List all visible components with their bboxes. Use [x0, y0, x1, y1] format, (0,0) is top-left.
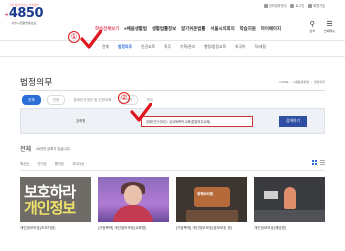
subnav-item-admin-law[interactable]: 행정/법정교육 — [204, 45, 226, 50]
main-nav-item[interactable]: 서울시의회의 — [210, 26, 234, 32]
thumbnail-figure — [284, 187, 296, 209]
signup-icon — [308, 3, 313, 8]
header-divider — [0, 40, 345, 41]
subnav-item-finance[interactable]: 직/재정 — [255, 45, 267, 50]
search-toggle[interactable]: ⚲ 검색 — [309, 21, 315, 33]
utility-government[interactable]: 전자정부안내 — [263, 3, 287, 8]
presenter-face — [124, 185, 142, 205]
utility-bar: 전자정부안내 로그인 회원가입 — [263, 3, 325, 8]
course-thumbnail[interactable]: 정책브리핑 — [176, 177, 247, 222]
thumbnail-plate-text: 정책브리핑 — [197, 192, 214, 196]
annotation-checkmark-2-icon — [130, 103, 152, 122]
site-logo[interactable]: 국민 삶을 바꾸는 전자정부 4850 서울시생활법률정보 — [5, 3, 44, 35]
subnav-item-human-rights[interactable]: 인권교육 — [141, 45, 155, 50]
sort-options: 최신순 인기순 평가순 가나다순 — [20, 161, 85, 166]
course-card[interactable]: 개인정보보호(예방편) — [254, 177, 325, 231]
logo-digits: 4850 — [8, 6, 44, 21]
course-card[interactable]: 보호하라 개인정보 개인정보보호(초보자편) — [20, 177, 91, 231]
main-nav-item[interactable]: e배움생활법 — [124, 26, 147, 32]
main-nav: 학습전체보기 e배움생활법 생활법률정보 알기쉬운법률 서울시의회의 학습지원 … — [95, 26, 281, 32]
breadcrumb-home[interactable]: HOME — [279, 80, 288, 84]
course-title[interactable]: [가정폭력] 개인정보보호(정보보호 편) — [176, 226, 247, 231]
course-title[interactable]: 개인정보보호(예방편) — [254, 226, 325, 231]
thumbnail-ground — [254, 210, 325, 222]
breadcrumb: HOME › e배움생활법 › 법정의무 — [279, 80, 325, 84]
search-toggle-label: 검색 — [309, 29, 315, 33]
search-icon: ⚲ — [309, 21, 315, 28]
utility-government-label: 전자정부안내 — [268, 4, 287, 8]
thumbnail-desk — [186, 210, 238, 222]
course-card[interactable]: [가정폭력] 개인정보보호(교육편) — [98, 177, 169, 231]
annotation-marker-2: ② — [118, 92, 130, 104]
course-title[interactable]: [가정폭력] 개인정보보호(교육편) — [98, 226, 169, 231]
sort-option[interactable]: 가나다순 — [72, 161, 84, 166]
main-nav-item[interactable]: 생활법률정보 — [152, 26, 176, 32]
utility-login[interactable]: 로그인 — [290, 3, 304, 8]
main-nav-item[interactable]: 알기쉬운법률 — [181, 26, 205, 32]
breadcrumb-separator-icon: › — [290, 80, 292, 84]
presenter-body — [113, 205, 153, 222]
course-thumbnail[interactable] — [254, 177, 325, 222]
breadcrumb-separator-icon: › — [310, 80, 312, 84]
filter-pill-disability[interactable]: 장애인식개선 및 인권교육 — [71, 96, 114, 104]
subnav-item-language[interactable]: 외국어 — [235, 45, 245, 50]
results-count: 18건의 강좌가 있습니다. — [36, 147, 71, 151]
sort-option[interactable]: 최신순 — [20, 161, 29, 166]
results-divider — [20, 170, 325, 171]
thumbnail-text-line1: 보호하라 — [24, 183, 76, 201]
logo-mark: 4850 — [5, 6, 44, 21]
category-subnav: 전체 법정의무 인권교육 직무 기획/관리 행정/법정교육 외국어 직/재정 — [102, 45, 266, 50]
thumbnail-sign — [264, 191, 278, 199]
list-view-icon[interactable] — [320, 160, 325, 165]
page: 전자정부안내 로그인 회원가입 국민 삶을 바꾸는 전자정부 4850 서울시생… — [0, 0, 345, 251]
view-toggle — [312, 160, 325, 165]
results-label: 전체 — [20, 147, 32, 153]
course-list: 보호하라 개인정보 개인정보보호(초보자편) [가정폭력] 개인정보보호(교육편… — [20, 177, 325, 231]
breadcrumb-current: 법정의무 — [313, 80, 325, 84]
search-scope-select[interactable]: 강좌명 — [76, 118, 85, 123]
course-thumbnail[interactable] — [98, 177, 169, 222]
menu-toggle[interactable]: ☰ 전체메뉴 — [324, 21, 335, 33]
course-card[interactable]: 정책브리핑 [가정폭력] 개인정보보호(정보보호 편) — [176, 177, 247, 231]
annotation-checkmark-1-icon — [80, 30, 102, 49]
subnav-item-all[interactable]: 전체 — [102, 45, 109, 50]
sort-option[interactable]: 인기순 — [37, 161, 46, 166]
search-panel: 강좌명 검색하기 — [20, 108, 325, 134]
results-header: 전체 18건의 강좌가 있습니다. — [20, 144, 71, 153]
breadcrumb-section[interactable]: e배움생활법 — [293, 80, 308, 84]
logo-arrow-icon — [5, 12, 8, 17]
title-divider — [20, 90, 325, 91]
login-icon — [290, 3, 295, 8]
subnav-item-planning[interactable]: 기획/관리 — [180, 45, 195, 50]
thumbnail-text-line2: 개인정보 — [24, 199, 76, 217]
subnav-divider — [0, 56, 345, 57]
search-input[interactable] — [141, 116, 253, 127]
annotation-marker-1: ① — [68, 31, 80, 43]
main-nav-item[interactable]: 마이페이지 — [261, 26, 281, 32]
utility-signup-label: 회원가입 — [313, 4, 325, 8]
search-button[interactable]: 검색하기 — [279, 116, 307, 127]
main-nav-item[interactable]: 학습지원 — [240, 26, 256, 32]
menu-toggle-label: 전체메뉴 — [323, 29, 335, 33]
filter-pill-human-rights[interactable]: 인권 — [46, 95, 66, 105]
logo-subtitle: 서울시생활법률정보 — [11, 21, 37, 25]
subnav-item-duty[interactable]: 직무 — [164, 45, 171, 50]
utility-login-label: 로그인 — [295, 4, 305, 8]
course-thumbnail[interactable]: 보호하라 개인정보 — [20, 177, 91, 222]
grid-view-icon[interactable] — [312, 160, 317, 165]
government-icon — [263, 3, 268, 8]
subnav-item-statutory[interactable]: 법정의무 — [118, 45, 132, 50]
utility-signup[interactable]: 회원가입 — [308, 3, 325, 8]
filter-pill-all[interactable]: 전체 — [22, 95, 41, 105]
course-title[interactable]: 개인정보보호(초보자편) — [20, 226, 91, 231]
page-title: 법정의무 — [20, 77, 53, 87]
sort-option[interactable]: 평가순 — [55, 161, 64, 166]
thumbnail-plate — [194, 187, 230, 207]
hamburger-menu-icon: ☰ — [326, 21, 333, 28]
header-icons: ⚲ 검색 ☰ 전체메뉴 — [309, 21, 335, 33]
